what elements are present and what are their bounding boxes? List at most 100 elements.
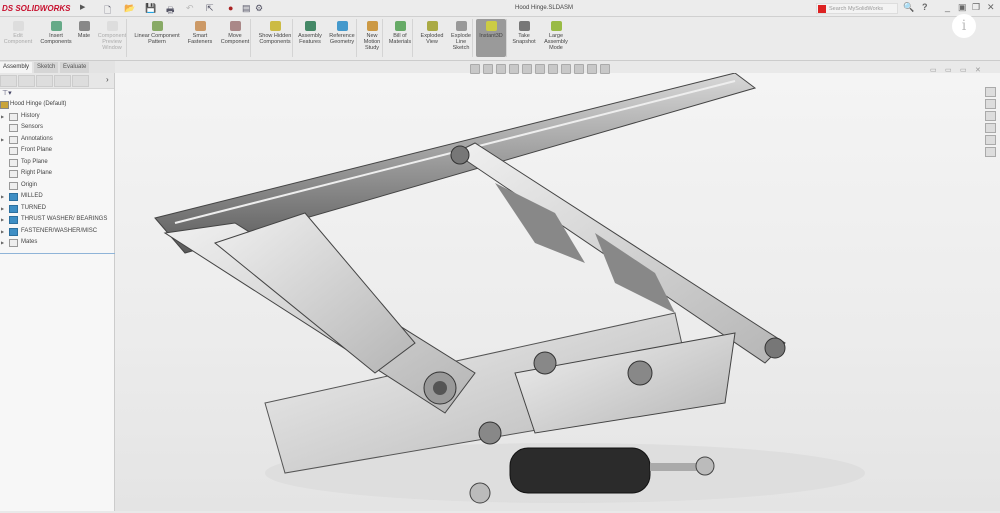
solidworks-logo[interactable]: DS SOLIDWORKS [2,2,77,15]
graphics-area[interactable] [115,72,1000,511]
search-input[interactable]: Search MySolidWorks [816,3,898,14]
tree-root-label: Hood Hinge (Default) [10,101,67,107]
tab-evaluate[interactable]: Evaluate [60,62,90,73]
close-button[interactable]: ✕ [987,2,995,13]
appearances-icon[interactable] [985,135,996,145]
tab-sketch[interactable]: Sketch [34,62,59,73]
restore-document-button[interactable]: ▣ [958,2,967,13]
exploded-view-icon [426,21,438,31]
bill-of-materials-button[interactable]: Bill of Materials [386,19,414,45]
zoom-to-area-icon[interactable] [483,64,493,74]
file-explorer-icon[interactable] [985,111,996,121]
take-snapshot-button[interactable]: Take Snapshot [510,19,538,45]
previous-view-icon[interactable] [496,64,506,74]
large-assembly-mode-icon [550,21,562,31]
feature-manager-tab-icon[interactable] [0,75,17,87]
file-properties-icon[interactable]: ▤ [242,3,251,14]
linear-component-pattern-button[interactable]: Linear Component Pattern [130,19,184,45]
smart-fasteners-button[interactable]: Smart Fasteners [186,19,214,45]
reference-geometry-icon [336,21,348,31]
tab-assembly[interactable]: Assembly [0,62,33,73]
edit-appearance-icon[interactable] [574,64,584,74]
home-icon[interactable] [985,87,996,97]
dynamic-annotation-icon[interactable] [522,64,532,74]
display-style-icon[interactable] [548,64,558,74]
expand-arrow-icon[interactable]: ▶ [1,191,4,203]
zoom-to-fit-icon[interactable] [470,64,480,74]
expand-arrow-icon[interactable]: ▶ [1,237,4,249]
mysolidworks-icon [818,5,826,13]
button-label: Reference Geometry [329,33,355,45]
tree-item[interactable]: Front Plane [0,145,114,157]
new-motion-study-button[interactable]: New Motion Study [360,19,384,51]
tree-item[interactable]: ▶ History [0,111,114,123]
viewport-maximize-icon[interactable]: ▭ [960,66,967,74]
tree-root[interactable]: Hood Hinge (Default) [0,99,114,111]
options-icon[interactable]: ⚙ [255,3,263,14]
expand-arrow-icon[interactable]: ▶ [1,111,4,123]
assembly-features-button[interactable]: Assembly Features [296,19,324,45]
ribbon-separator [472,19,473,57]
configuration-manager-tab-icon[interactable] [36,75,53,87]
view-orientation-icon[interactable] [535,64,545,74]
tree-item[interactable]: ▶ Mates [0,237,114,249]
expand-arrow-icon[interactable]: ▶ [1,214,4,226]
viewport-close-icon[interactable]: ✕ [975,66,981,74]
custom-properties-icon[interactable] [985,147,996,157]
reference-geometry-button[interactable]: Reference Geometry [326,19,358,45]
mate-button[interactable]: Mate [74,19,94,39]
view-settings-icon[interactable] [600,64,610,74]
expand-arrow-icon[interactable]: ▶ [1,203,4,215]
tree-item[interactable]: ▶ Annotations [0,134,114,146]
menu-expand-arrow[interactable]: ▶ [80,3,85,11]
folder-icon [9,216,18,224]
property-manager-tab-icon[interactable] [18,75,35,87]
minimize-button[interactable]: _ [945,2,950,12]
dimxpert-tab-icon[interactable] [54,75,71,87]
viewport-restore-icon[interactable]: ▭ [945,66,952,74]
apply-scene-icon[interactable] [587,64,597,74]
help-button[interactable]: ? [922,2,928,12]
viewport-minimize-icon[interactable]: ▭ [930,66,937,74]
info-icon[interactable]: i [952,14,976,38]
tree-item[interactable]: ▶ FASTENER/WASHER/MISC [0,226,114,238]
exploded-view-button[interactable]: Exploded View [418,19,446,45]
show-hidden-components-icon [269,21,281,31]
tree-item[interactable]: ▶ TURNED [0,203,114,215]
chevron-right-icon[interactable]: › [106,75,109,84]
tree-item[interactable]: ▶ MILLED [0,191,114,203]
restore-button[interactable]: ❐ [972,2,980,13]
large-assembly-mode-button[interactable]: Large Assembly Mode [542,19,570,51]
rebuild-icon[interactable]: ● [228,3,233,13]
expand-arrow-icon[interactable]: ▶ [1,134,4,146]
design-library-icon[interactable] [985,99,996,109]
show-hidden-components-button[interactable]: Show Hidden Components [256,19,294,45]
hide-show-items-icon[interactable] [561,64,571,74]
open-icon[interactable]: 📂 [124,3,135,14]
filter-icon[interactable]: ⊤▾ [0,89,114,99]
feature-icon [9,158,18,167]
component-preview-window-button[interactable]: Component Preview Window [96,19,128,51]
explode-line-sketch-button[interactable]: Explode Line Sketch [448,19,474,51]
search-icon[interactable]: 🔍 [903,2,914,13]
undo-icon[interactable]: ↶ [186,3,194,14]
edit-component-button[interactable]: Edit Component [0,19,36,45]
tree-item[interactable]: Origin [0,180,114,192]
move-component-button[interactable]: Move Component [216,19,254,45]
view-palette-icon[interactable] [985,123,996,133]
section-view-icon[interactable] [509,64,519,74]
tree-item[interactable]: Right Plane [0,168,114,180]
tree-item-label: Sensors [21,124,44,130]
save-icon[interactable]: 💾 [145,3,156,14]
tree-item[interactable]: Sensors [0,122,114,134]
display-manager-tab-icon[interactable] [72,75,89,87]
insert-components-button[interactable]: Insert Components [38,19,74,45]
button-label: Mate [77,33,91,39]
tree-item[interactable]: Top Plane [0,157,114,169]
expand-arrow-icon[interactable]: ▶ [1,226,4,238]
select-icon[interactable]: ⇱ [206,3,214,14]
edit-component-icon [12,21,24,31]
tree-item[interactable]: ▶ THRUST WASHER/ BEARINGS [0,214,114,226]
smart-fasteners-icon [194,21,206,31]
instant3d-button[interactable]: Instant3D [476,19,506,57]
